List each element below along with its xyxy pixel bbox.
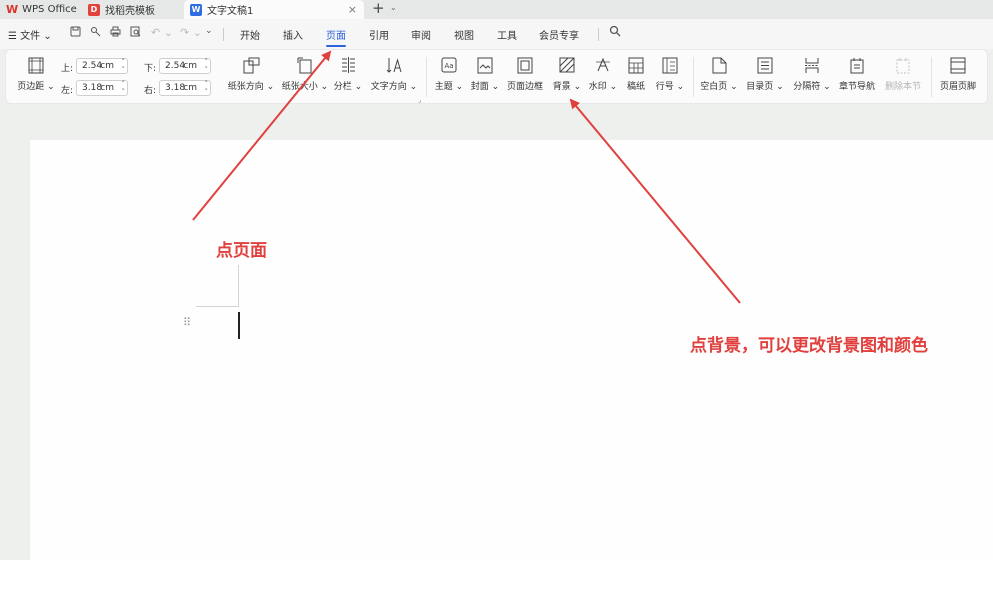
arrow-to-page-tab [192, 50, 332, 221]
arrow-to-background [569, 98, 741, 304]
annotation-arrows [192, 50, 741, 304]
annotation-page-hint: 点页面 [216, 241, 267, 261]
annotation-background-hint: 点背景，可以更改背景图和颜色 [690, 336, 928, 356]
